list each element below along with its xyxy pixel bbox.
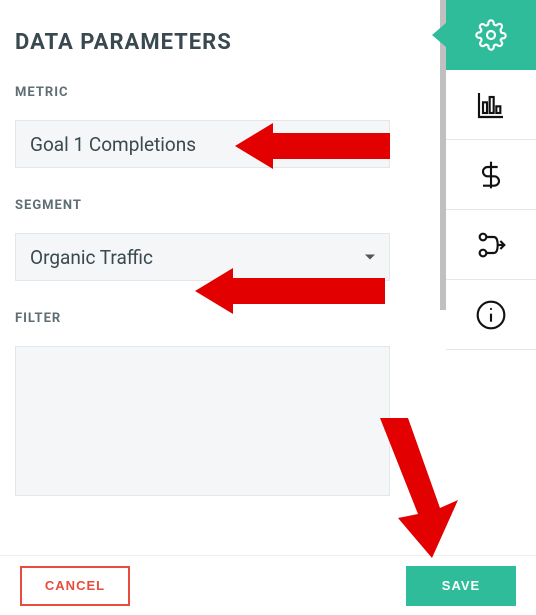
segment-select[interactable]: Organic Traffic [15,233,390,281]
gear-icon [475,19,507,51]
flow-icon [475,229,507,261]
chevron-down-icon [365,142,375,147]
filter-label: FILTER [15,311,425,326]
sidebar-tab-info[interactable] [446,280,536,350]
metric-label: METRIC [15,85,425,100]
form-panel: DATA PARAMETERS METRIC Goal 1 Completion… [0,0,440,555]
metric-select[interactable]: Goal 1 Completions [15,120,390,168]
info-icon [475,299,507,331]
footer: CANCEL SAVE [0,555,536,615]
segment-label: SEGMENT [15,198,425,213]
sidebar-tab-chart[interactable] [446,70,536,140]
page-title: DATA PARAMETERS [15,30,425,55]
chevron-down-icon [365,255,375,260]
metric-value: Goal 1 Completions [30,133,196,156]
sidebar-tab-flow[interactable] [446,210,536,280]
sidebar-tab-settings[interactable] [446,0,536,70]
save-button[interactable]: SAVE [406,566,516,606]
sidebar-tab-dollar[interactable] [446,140,536,210]
sidebar [446,0,536,555]
cancel-button[interactable]: CANCEL [20,566,130,606]
dollar-icon [475,159,507,191]
filter-box[interactable] [15,346,390,496]
segment-value: Organic Traffic [30,246,153,269]
bar-chart-icon [475,89,507,121]
